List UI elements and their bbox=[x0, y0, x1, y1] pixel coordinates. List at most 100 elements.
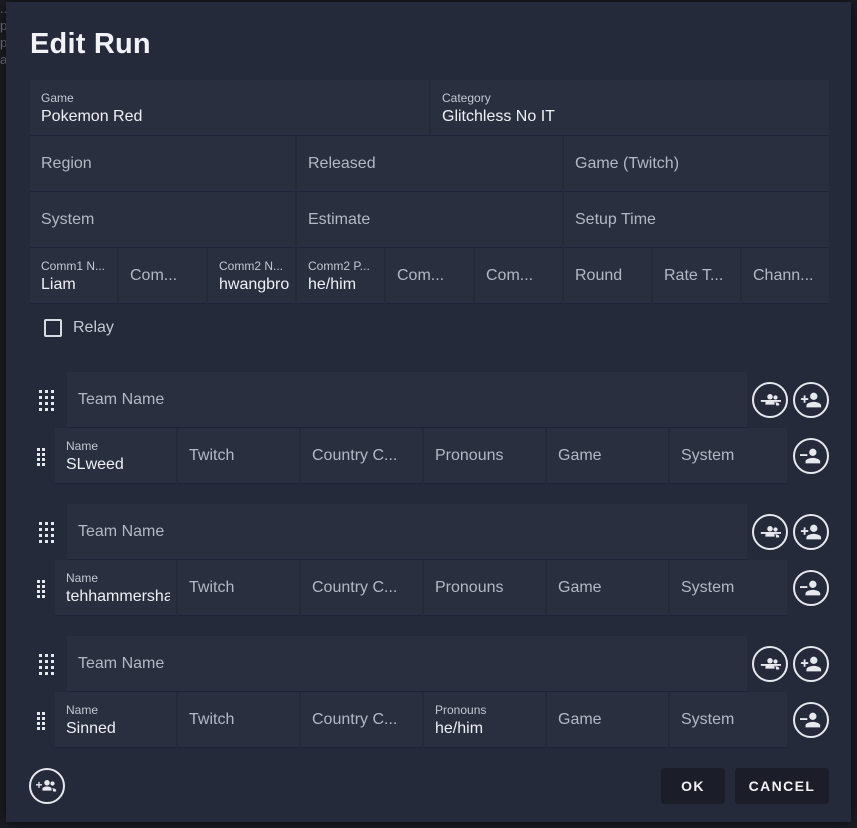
group-add-icon[interactable] bbox=[29, 768, 65, 804]
edit-run-dialog: Edit Run Game Pokemon Red Category Glitc… bbox=[6, 2, 851, 822]
runner-name-value: tehhammershark bbox=[66, 588, 170, 605]
estimate-field[interactable]: Estimate bbox=[297, 192, 562, 248]
person-add-icon[interactable] bbox=[793, 514, 829, 550]
released-field[interactable]: Released bbox=[297, 136, 562, 192]
runner-game-placeholder: Game bbox=[558, 578, 602, 596]
game-twitch-placeholder: Game (Twitch) bbox=[575, 154, 680, 172]
category-value: Glitchless No IT bbox=[442, 108, 555, 125]
game-label: Game bbox=[41, 91, 74, 105]
channel-placeholder: Chann... bbox=[753, 266, 814, 284]
comm1-name-field[interactable]: Comm1 N... Liam bbox=[30, 248, 117, 304]
runner-system-placeholder: System bbox=[681, 446, 735, 464]
estimate-placeholder: Estimate bbox=[308, 210, 371, 228]
runner-name-label: Name bbox=[66, 439, 99, 453]
category-field[interactable]: Category Glitchless No IT bbox=[431, 80, 829, 136]
runner-name-field[interactable]: Name Sinned bbox=[55, 692, 176, 748]
dialog-title: Edit Run bbox=[30, 28, 151, 60]
region-field[interactable]: Region bbox=[30, 136, 295, 192]
system-placeholder: System bbox=[41, 210, 95, 228]
runner-game-placeholder: Game bbox=[558, 710, 602, 728]
round-field[interactable]: Round bbox=[564, 248, 651, 304]
team-drag-handle-icon[interactable] bbox=[39, 390, 54, 411]
comm3-pronouns-placeholder: Com... bbox=[486, 266, 534, 284]
runner-name-value: Sinned bbox=[66, 720, 116, 737]
runner-drag-handle-icon[interactable] bbox=[37, 712, 45, 730]
runner-pronouns-placeholder: Pronouns bbox=[435, 446, 504, 464]
comm3-name-field[interactable]: Com... bbox=[386, 248, 473, 304]
comm1-name-label: Comm1 N... bbox=[41, 259, 106, 273]
region-placeholder: Region bbox=[41, 154, 92, 172]
runner-twitch-field[interactable]: Twitch bbox=[178, 428, 299, 484]
setup-time-placeholder: Setup Time bbox=[575, 210, 656, 228]
game-twitch-field[interactable]: Game (Twitch) bbox=[564, 136, 829, 192]
runner-name-field[interactable]: Name tehhammershark bbox=[55, 560, 176, 616]
team-name-placeholder: Team Name bbox=[78, 522, 165, 540]
category-label: Category bbox=[442, 91, 491, 105]
team-drag-handle-icon[interactable] bbox=[39, 654, 54, 675]
comm1-pronouns-field[interactable]: Com... bbox=[119, 248, 206, 304]
relay-checkbox[interactable] bbox=[44, 319, 62, 337]
comm2-pronouns-label: Comm2 P... bbox=[308, 259, 370, 273]
runner-game-field[interactable]: Game bbox=[547, 692, 668, 748]
runner-pronouns-field[interactable]: Pronouns he/him bbox=[424, 692, 545, 748]
runner-pronouns-placeholder: Pronouns bbox=[435, 578, 504, 596]
channel-field[interactable]: Chann... bbox=[742, 248, 829, 304]
runner-name-label: Name bbox=[66, 571, 99, 585]
runner-pronouns-field[interactable]: Pronouns bbox=[424, 428, 545, 484]
person-add-icon[interactable] bbox=[793, 382, 829, 418]
runner-pronouns-value: he/him bbox=[435, 720, 484, 737]
runner-system-placeholder: System bbox=[681, 710, 735, 728]
system-field[interactable]: System bbox=[30, 192, 295, 248]
runner-twitch-field[interactable]: Twitch bbox=[178, 692, 299, 748]
runner-system-field[interactable]: System bbox=[670, 560, 787, 616]
person-remove-icon[interactable] bbox=[793, 438, 829, 474]
released-placeholder: Released bbox=[308, 154, 376, 172]
ok-button[interactable]: OK bbox=[661, 768, 725, 804]
group-remove-icon[interactable] bbox=[752, 514, 788, 550]
runner-twitch-placeholder: Twitch bbox=[189, 578, 235, 596]
person-remove-icon[interactable] bbox=[793, 702, 829, 738]
runner-system-placeholder: System bbox=[681, 578, 735, 596]
runner-system-field[interactable]: System bbox=[670, 428, 787, 484]
comm2-name-value: hwangbro bbox=[219, 276, 289, 293]
comm1-name-value: Liam bbox=[41, 276, 76, 293]
runner-name-label: Name bbox=[66, 703, 99, 717]
runner-drag-handle-icon[interactable] bbox=[37, 448, 45, 466]
runner-drag-handle-icon[interactable] bbox=[37, 580, 45, 598]
comm3-name-placeholder: Com... bbox=[397, 266, 445, 284]
comm2-name-field[interactable]: Comm2 N... hwangbro bbox=[208, 248, 295, 304]
team-name-field[interactable]: Team Name bbox=[67, 636, 747, 692]
runner-country-field[interactable]: Country C... bbox=[301, 692, 422, 748]
runner-name-value: SLweed bbox=[66, 456, 124, 473]
group-remove-icon[interactable] bbox=[752, 382, 788, 418]
person-add-icon[interactable] bbox=[793, 646, 829, 682]
team-name-field[interactable]: Team Name bbox=[67, 372, 747, 428]
setup-time-field[interactable]: Setup Time bbox=[564, 192, 829, 248]
runner-country-placeholder: Country C... bbox=[312, 578, 398, 596]
runner-pronouns-field[interactable]: Pronouns bbox=[424, 560, 545, 616]
relay-label: Relay bbox=[73, 319, 114, 336]
group-remove-icon[interactable] bbox=[752, 646, 788, 682]
runner-game-field[interactable]: Game bbox=[547, 428, 668, 484]
runner-country-field[interactable]: Country C... bbox=[301, 428, 422, 484]
runner-name-field[interactable]: Name SLweed bbox=[55, 428, 176, 484]
comm3-pronouns-field[interactable]: Com... bbox=[475, 248, 562, 304]
team-drag-handle-icon[interactable] bbox=[39, 522, 54, 543]
runner-twitch-field[interactable]: Twitch bbox=[178, 560, 299, 616]
person-remove-icon[interactable] bbox=[793, 570, 829, 606]
cancel-button[interactable]: CANCEL bbox=[735, 768, 829, 804]
runner-twitch-placeholder: Twitch bbox=[189, 446, 235, 464]
team-name-placeholder: Team Name bbox=[78, 390, 165, 408]
comm2-pronouns-value: he/him bbox=[308, 276, 357, 293]
rate-field[interactable]: Rate T... bbox=[653, 248, 740, 304]
round-placeholder: Round bbox=[575, 266, 623, 284]
rate-placeholder: Rate T... bbox=[664, 266, 724, 284]
game-field[interactable]: Game Pokemon Red bbox=[30, 80, 429, 136]
comm2-pronouns-field[interactable]: Comm2 P... he/him bbox=[297, 248, 384, 304]
runner-game-field[interactable]: Game bbox=[547, 560, 668, 616]
runner-country-field[interactable]: Country C... bbox=[301, 560, 422, 616]
team-name-placeholder: Team Name bbox=[78, 654, 165, 672]
runner-game-placeholder: Game bbox=[558, 446, 602, 464]
team-name-field[interactable]: Team Name bbox=[67, 504, 747, 560]
runner-system-field[interactable]: System bbox=[670, 692, 787, 748]
